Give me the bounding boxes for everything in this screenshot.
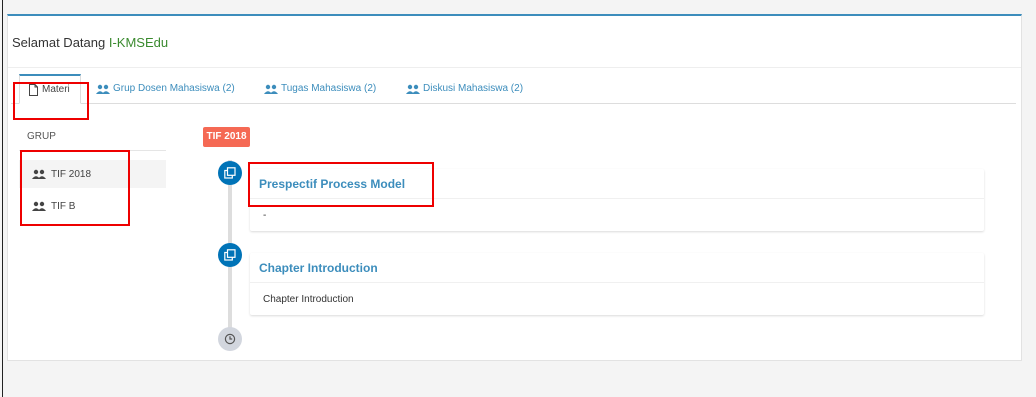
users-icon: [406, 84, 420, 95]
clone-icon: [218, 161, 242, 185]
timeline-item-body: -: [263, 209, 267, 221]
sidebar-item-tif-2018[interactable]: TIF 2018: [19, 160, 166, 188]
sidebar-item-label: TIF B: [51, 200, 76, 212]
timeline-item: Chapter Introduction Chapter Introductio…: [250, 253, 984, 315]
tab-tugas-mahasiswa[interactable]: Tugas Mahasiswa (2): [264, 74, 376, 104]
users-icon: [264, 84, 278, 95]
users-icon: [32, 201, 46, 212]
timeline-item-title[interactable]: Chapter Introduction: [250, 253, 984, 283]
clock-icon: [218, 327, 242, 351]
timeline-item-title[interactable]: Prespectif Process Model: [250, 169, 984, 199]
tab-diskusi-mahasiswa[interactable]: Diskusi Mahasiswa (2): [406, 74, 523, 104]
clone-icon: [218, 243, 242, 267]
welcome-prefix: Selamat Datang: [12, 35, 109, 50]
welcome-brand: I-KMSEdu: [108, 35, 169, 50]
tab-grup-dosen-mahasiswa[interactable]: Grup Dosen Mahasiswa (2): [96, 74, 235, 104]
sidebar-item-tif-b[interactable]: TIF B: [19, 192, 166, 220]
users-icon: [32, 169, 46, 180]
timeline-item-body: Chapter Introduction: [263, 293, 354, 305]
timeline-item: Prespectif Process Model -: [250, 169, 984, 231]
tab-diskusi-mahasiswa-label: Diskusi Mahasiswa (2): [423, 83, 524, 94]
welcome-text: Selamat Datang I-KMSEdu: [12, 35, 168, 50]
tab-bar: Materi Grup Dosen Mahasiswa (2) Tugas Ma…: [11, 74, 1016, 104]
tab-grup-dosen-mahasiswa-label: Grup Dosen Mahasiswa (2): [113, 83, 235, 94]
tab-tugas-mahasiswa-label: Tugas Mahasiswa (2): [281, 83, 377, 94]
sidebar-item-label: TIF 2018: [51, 168, 92, 180]
panel-header: Selamat Datang I-KMSEdu: [8, 16, 1021, 68]
tab-materi[interactable]: Materi: [19, 74, 81, 104]
tab-materi-label: Materi: [42, 83, 70, 95]
timeline-group-label: TIF 2018: [203, 127, 250, 147]
users-icon: [96, 84, 110, 95]
grup-header: GRUP: [19, 116, 166, 151]
file-icon: [28, 83, 39, 96]
